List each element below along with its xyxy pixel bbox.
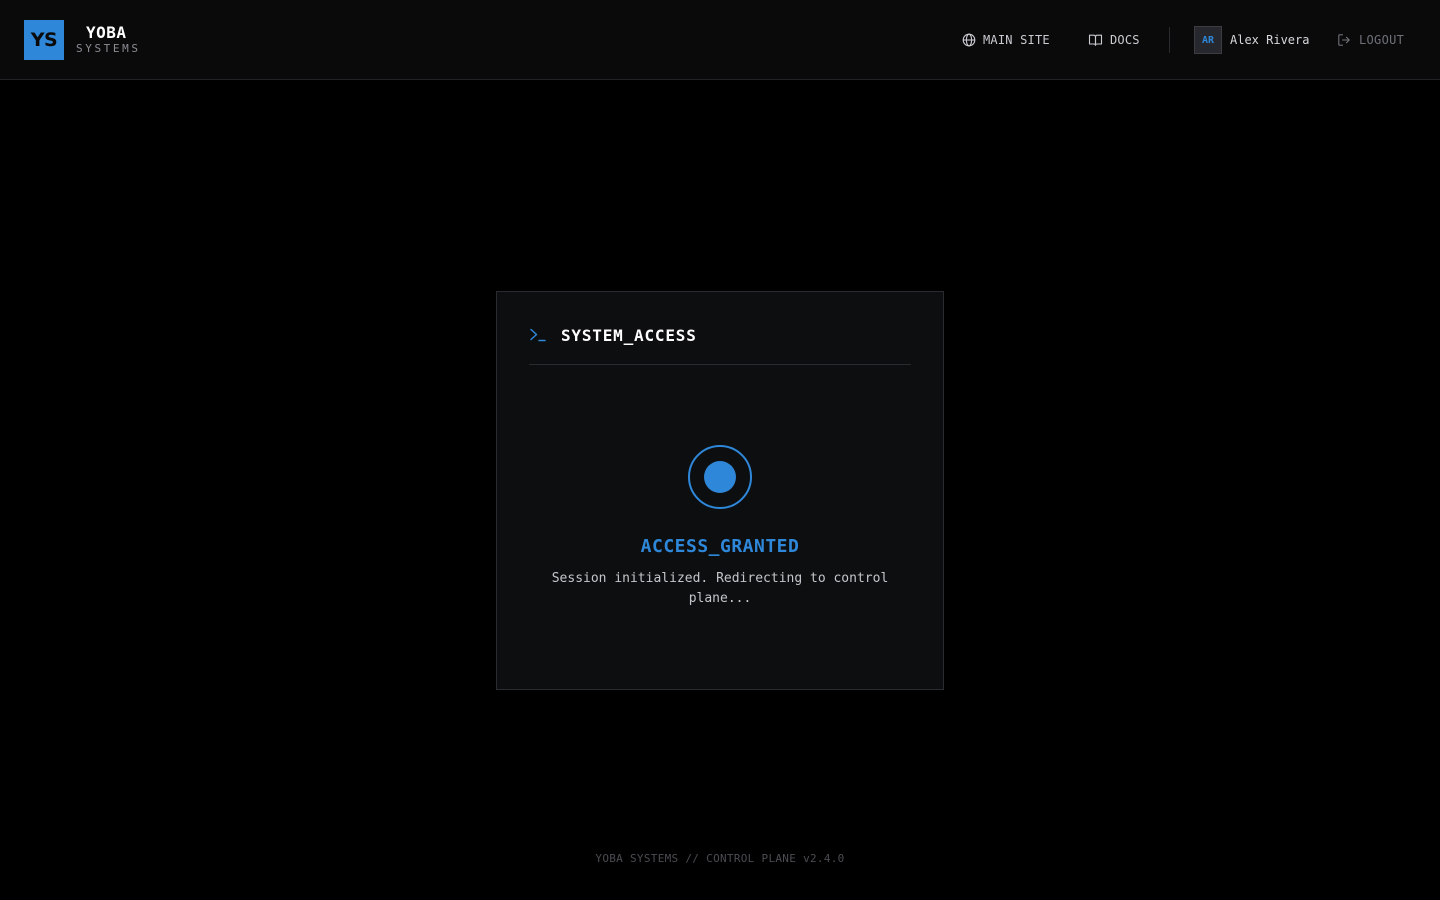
status-dot [704,461,736,493]
terminal-prompt-icon [530,328,546,342]
docs-link[interactable]: DOCS [1088,31,1140,49]
brand-name: YOBA [86,23,127,42]
main-site-link[interactable]: MAIN SITE [962,31,1050,49]
logout-button[interactable]: LOGOUT [1337,31,1404,49]
logout-icon [1338,34,1350,46]
nav-divider [1169,27,1170,53]
docs-label: DOCS [1110,33,1140,47]
status-message: Session initialized. Redirecting to cont… [551,571,889,606]
status-title: ACCESS_GRANTED [640,536,800,557]
system-access-card: SYSTEM_ACCESS ACCESS_GRANTED Session ini… [496,291,944,690]
user-name[interactable]: Alex Rivera [1230,31,1309,49]
card-header: SYSTEM_ACCESS [529,324,911,365]
brand-subtitle: SYSTEMS [76,42,141,55]
top-bar: YS YOBA SYSTEMS MAIN SITE DOCS AR Alex R… [0,0,1440,80]
book-icon [1088,34,1103,46]
logo-mark[interactable]: YS [24,20,64,60]
card-title: SYSTEM_ACCESS [561,326,697,345]
avatar[interactable]: AR [1194,26,1222,54]
logout-label: LOGOUT [1359,33,1405,47]
globe-icon [962,33,976,47]
main-site-label: MAIN SITE [983,33,1050,47]
footer-version: YOBA SYSTEMS // CONTROL PLANE v2.4.0 [595,852,845,865]
status-indicator-icon [688,445,752,509]
